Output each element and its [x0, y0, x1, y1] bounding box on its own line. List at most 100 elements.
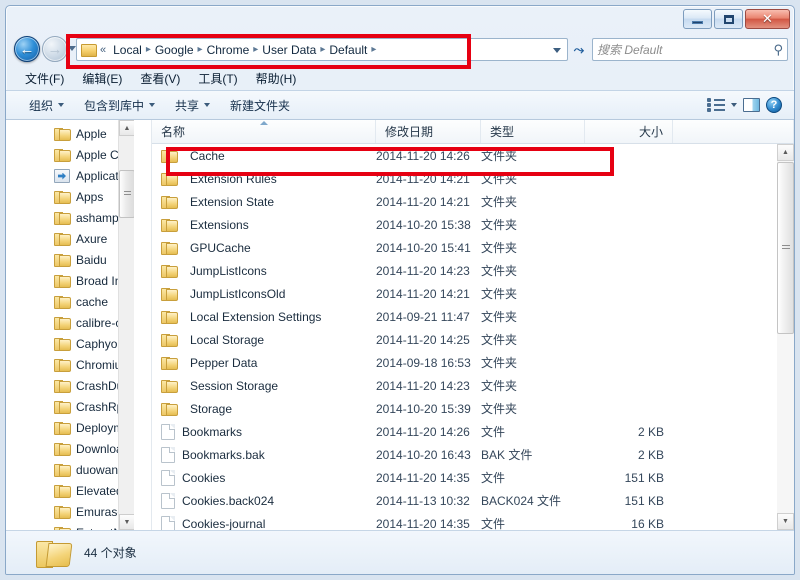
tree-item[interactable]: ElevatedD [6, 480, 134, 501]
tree-item[interactable]: duowan [6, 459, 134, 480]
table-row[interactable]: JumpListIcons 2014-11-20 14:23 文件夹 [152, 259, 777, 282]
pane-splitter[interactable] [134, 120, 151, 530]
cell-date: 2014-11-20 14:23 [376, 378, 470, 393]
tree-item[interactable]: Applicatio [6, 165, 134, 186]
file-list-scrollbar[interactable]: ▲ ▼ [777, 144, 794, 530]
file-list-scrollbar-thumb[interactable] [777, 162, 794, 334]
folder-icon [54, 400, 71, 414]
navigation-pane: Apple Apple Cor Applicatio Apps ashampoo Axur… [6, 120, 151, 530]
file-rows: Cache 2014-11-20 14:26 文件夹 Extension Rules 2… [152, 144, 777, 530]
table-row[interactable]: Local Extension Settings 2014-09-21 11:47… [152, 305, 777, 328]
tree-item[interactable]: Broad Inte [6, 270, 134, 291]
folder-icon [54, 211, 71, 225]
new-folder-button[interactable]: 新建文件夹 [221, 93, 299, 118]
scrollbar-grip-icon [123, 191, 131, 197]
column-header-size[interactable]: 大小 [585, 120, 673, 143]
scroll-down-icon[interactable]: ▼ [777, 513, 794, 530]
view-chevron-down-icon[interactable] [731, 103, 737, 107]
title-bar: ✕ [6, 6, 794, 32]
command-bar-right: ? [707, 97, 794, 113]
menu-view[interactable]: 查看(V) [133, 68, 187, 89]
tree-item[interactable]: Deployme [6, 417, 134, 438]
navigation-scrollbar-thumb[interactable] [119, 170, 135, 218]
table-row[interactable]: Bookmarks 2014-11-20 14:26 文件 2 KB [152, 420, 777, 443]
table-row[interactable]: Bookmarks.bak 2014-10-20 16:43 BAK 文件 2 KB [152, 443, 777, 466]
menu-edit[interactable]: 编辑(E) [75, 68, 129, 89]
tree-item-label: Baidu [76, 252, 107, 267]
menu-tools[interactable]: 工具(T) [191, 68, 244, 89]
cell-size: 2 KB [637, 424, 664, 439]
table-row[interactable]: Extension State 2014-11-20 14:21 文件夹 [152, 190, 777, 213]
cell-type: 文件夹 [481, 195, 518, 209]
table-row[interactable]: Cookies.back024 2014-11-13 10:32 BACK024 文… [152, 489, 777, 512]
table-row[interactable]: Cookies-journal 2014-11-20 14:35 文件 16 KB [152, 512, 777, 530]
search-box[interactable]: 搜索 Default ⚲ [592, 38, 788, 61]
close-icon: ✕ [762, 11, 773, 26]
forward-arrow-icon: → [47, 40, 63, 58]
file-name-label: Pepper Data [190, 355, 258, 370]
tree-item[interactable]: Chromium [6, 354, 134, 375]
column-header-name[interactable]: 名称 [152, 120, 376, 143]
cell-date: 2014-11-20 14:35 [376, 516, 470, 531]
tree-item[interactable]: Axure [6, 228, 134, 249]
folder-icon [54, 232, 71, 246]
close-button[interactable]: ✕ [745, 9, 790, 29]
tree-item[interactable]: Baidu [6, 249, 134, 270]
refresh-button[interactable]: ⤳ [570, 40, 588, 59]
tree-item[interactable]: Emurasoft [6, 501, 134, 522]
back-button[interactable]: ← [14, 36, 40, 62]
file-name-label: JumpListIconsOld [190, 286, 286, 301]
folder-icon [161, 264, 178, 278]
back-arrow-icon: ← [19, 40, 35, 58]
table-row[interactable]: Storage 2014-10-20 15:39 文件夹 [152, 397, 777, 420]
content-area: Apple Apple Cor Applicatio Apps ashampoo Axur… [6, 120, 794, 530]
menu-help[interactable]: 帮助(H) [249, 68, 304, 89]
table-row[interactable]: Extensions 2014-10-20 15:38 文件夹 [152, 213, 777, 236]
column-header-type[interactable]: 类型 [481, 120, 585, 143]
folder-icon [161, 402, 178, 416]
change-view-icon[interactable] [707, 98, 725, 112]
table-row[interactable]: Pepper Data 2014-09-18 16:53 文件夹 [152, 351, 777, 374]
table-row[interactable]: Local Storage 2014-11-20 14:25 文件夹 [152, 328, 777, 351]
share-button[interactable]: 共享 [166, 93, 219, 118]
address-dropdown-icon[interactable] [553, 48, 561, 53]
preview-pane-icon[interactable] [743, 98, 760, 112]
navigation-scrollbar[interactable]: ▲ ▼ [118, 120, 135, 530]
file-name-label: Local Storage [190, 332, 265, 347]
include-in-library-button[interactable]: 包含到库中 [75, 93, 164, 118]
cell-name: Bookmarks.bak [152, 446, 376, 463]
tree-item[interactable]: calibre-ca [6, 312, 134, 333]
table-row[interactable]: JumpListIconsOld 2014-11-20 14:21 文件夹 [152, 282, 777, 305]
scroll-up-icon[interactable]: ▲ [777, 144, 794, 161]
search-input[interactable]: 搜索 Default [597, 41, 773, 58]
tree-item[interactable]: ExtractN [6, 522, 134, 530]
tree-item[interactable]: Caphyon [6, 333, 134, 354]
folder-icon [54, 253, 71, 267]
table-row[interactable]: Cookies 2014-11-20 14:35 文件 151 KB [152, 466, 777, 489]
include-in-library-label: 包含到库中 [84, 98, 145, 113]
tree-item[interactable]: cache [6, 291, 134, 312]
table-row[interactable]: GPUCache 2014-10-20 15:41 文件夹 [152, 236, 777, 259]
tree-item-label: Apps [76, 189, 104, 204]
folder-icon [161, 241, 178, 255]
table-row[interactable]: Session Storage 2014-11-20 14:23 文件夹 [152, 374, 777, 397]
maximize-button[interactable] [714, 9, 743, 29]
scroll-up-icon[interactable]: ▲ [119, 120, 135, 136]
cell-size: 151 KB [624, 493, 664, 508]
tree-item[interactable]: ashampoo [6, 207, 134, 228]
tree-item[interactable]: Apple [6, 123, 134, 144]
organize-button[interactable]: 组织 [20, 93, 73, 118]
folder-icon [54, 337, 71, 351]
scroll-down-icon[interactable]: ▼ [119, 514, 135, 530]
minimize-button[interactable] [683, 9, 712, 29]
tree-item[interactable]: Download [6, 438, 134, 459]
file-name-label: Storage [190, 401, 233, 416]
forward-button[interactable]: → [42, 36, 68, 62]
menu-file[interactable]: 文件(F) [18, 68, 71, 89]
tree-item[interactable]: CrashRpt [6, 396, 134, 417]
help-icon[interactable]: ? [766, 97, 782, 113]
tree-item[interactable]: CrashDum [6, 375, 134, 396]
column-header-date[interactable]: 修改日期 [376, 120, 481, 143]
tree-item[interactable]: Apple Cor [6, 144, 134, 165]
tree-item[interactable]: Apps [6, 186, 134, 207]
